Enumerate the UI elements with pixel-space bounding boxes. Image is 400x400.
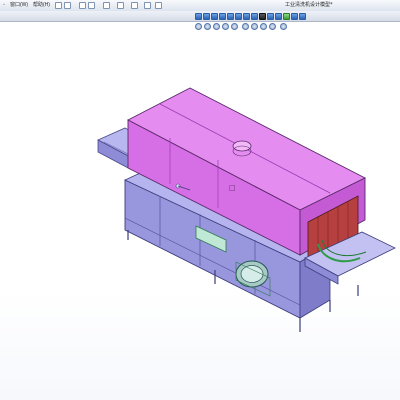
cad-application-window: ▫ 窗口(W) 帮助(H) 工业清洗机设计模型* □ xyxy=(0,0,400,400)
washer-machine-model[interactable]: □ xyxy=(0,0,400,400)
hood-marker-text: □ xyxy=(229,184,236,192)
